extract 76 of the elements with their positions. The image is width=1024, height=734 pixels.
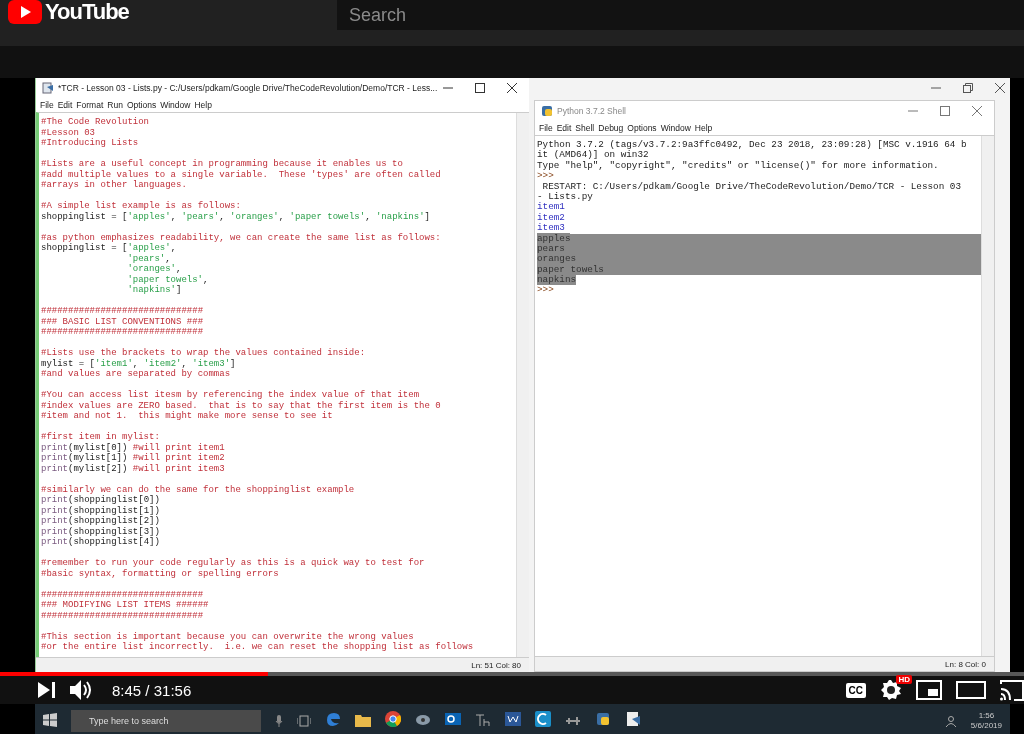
menu-item[interactable]: Format	[76, 100, 104, 110]
shell-line: Type "help", "copyright", "credits" or "license()" for more information.	[537, 159, 939, 171]
shell-line: - Lists.py	[537, 190, 593, 202]
shell-line: item2	[537, 211, 565, 223]
code-line: ##############################	[41, 306, 205, 317]
code-line: #first item in mylist:	[41, 432, 161, 443]
code-line: print(shoppinglist[0])	[41, 495, 161, 506]
menu-item[interactable]: File	[539, 123, 553, 133]
menu-item[interactable]: Help	[694, 123, 713, 133]
code-line: #item and not 1. this might make more sense to see it	[41, 411, 334, 422]
code-line: print(mylist[0]) #will print item1	[41, 442, 226, 453]
menu-item[interactable]: Run	[107, 100, 123, 110]
code-line: #similarly we can do the same for the shoppinglist example	[41, 484, 356, 495]
code-line: print(mylist[2]) #will print item3	[41, 463, 226, 474]
menu-item[interactable]: Options	[627, 123, 657, 133]
code-line: ### BASIC LIST CONVENTIONS ###	[41, 316, 205, 327]
menu-item[interactable]: Options	[126, 100, 157, 110]
code-line: #Introducing Lists	[41, 138, 140, 149]
code-line: #You can access list itesm by referencing the index value of that item	[41, 390, 421, 401]
window-title: Python 3.7.2 Shell	[557, 106, 626, 116]
menu-item[interactable]: File	[40, 100, 54, 110]
code-line: #remember to run your code regularly as this is a quick way to test for	[41, 558, 426, 569]
code-line: #A simple list example is as follows:	[41, 201, 242, 212]
youtube-logo-text: YouTube	[45, 0, 129, 24]
code-line: #and values are separated by commas	[41, 369, 232, 380]
captions-button[interactable]: CC	[845, 682, 866, 698]
shell-line: RESTART: C:/Users/pdkam/Google Drive/TheCodeRevolution/Demo/TCR - Lesson 03	[541, 180, 961, 192]
code-line: 'paper towels',	[126, 274, 209, 285]
code-line: #This section is important because you can overwrite the wrong values	[41, 631, 415, 642]
menu-item[interactable]: Edit	[57, 100, 73, 110]
shell-line: item1	[537, 201, 565, 213]
code-line: #index values are ZERO based. that is to say that the first item is the 0	[41, 400, 442, 411]
code-line: 'oranges',	[126, 264, 182, 275]
code-line: 'pears',	[126, 253, 171, 264]
playback-time: 8:45 / 31:56	[112, 681, 192, 699]
shell-line: >>>	[537, 284, 554, 296]
window-title: *TCR - Lesson 03 - Lists.py - C:/Users/pdkam/Google Drive/TheCodeRevolution/Demo/TCR - Less...	[58, 83, 438, 93]
code-line: shoppinglist = ['apples',	[41, 243, 178, 254]
code-line: shoppinglist = ['apples', 'pears', 'oranges', 'paper towels', 'napkins']	[41, 211, 431, 222]
code-line: #basic syntax, formatting or spelling errors	[41, 568, 280, 579]
code-line: mylist = ['item1', 'item2', 'item3']	[41, 358, 237, 369]
menu-item[interactable]: Window	[160, 100, 191, 110]
code-line: #or the entire list incorrectly. i.e. we can reset the shopping list as follows	[41, 642, 475, 653]
taskbar-search-field[interactable]: Type here to search	[71, 710, 261, 732]
menu-item[interactable]: Edit	[556, 123, 572, 133]
code-line: print(mylist[1]) #will print item2	[41, 453, 226, 464]
shell-line: >>>	[537, 170, 554, 182]
code-line: 'napkins']	[126, 285, 182, 296]
hd-badge: HD	[896, 675, 912, 684]
shell-line: it (AMD64)] on win32	[537, 149, 649, 161]
code-line: ### MODIFYING LIST ITEMS ######	[41, 600, 210, 611]
menu-item[interactable]: Debug	[598, 123, 624, 133]
code-line: print(shoppinglist[4])	[41, 537, 161, 548]
code-line: #The Code Revolution	[41, 117, 151, 128]
code-line: ##############################	[41, 327, 205, 338]
cursor-position: Ln: 51 Col: 80	[471, 660, 521, 670]
clock-date[interactable]: 5/6/2019	[970, 721, 1002, 731]
clock-time[interactable]: 1:56	[978, 711, 995, 721]
search-field[interactable]: Search	[337, 0, 1024, 30]
code-line: #as python emphasizes readability, we can create the same list as follows:	[41, 232, 442, 243]
shell-line: Python 3.7.2 (tags/v3.7.2:9a3ffc0492, Dec 23 2018, 23:09:28) [MSC v.1916 64 b	[537, 139, 967, 150]
shell-line: item3	[537, 222, 565, 234]
code-line: #Lesson 03	[41, 127, 96, 138]
code-line: #Lists use the brackets to wrap the values contained inside:	[41, 348, 367, 359]
code-line: ##############################	[41, 589, 205, 600]
code-line: print(shoppinglist[2])	[41, 516, 161, 527]
menu-item[interactable]: Help	[194, 100, 212, 110]
cursor-position: Ln: 8 Col: 0	[945, 659, 986, 669]
code-line: #Lists are a useful concept in programming because it enables us to	[41, 159, 404, 170]
code-line: print(shoppinglist[3])	[41, 526, 161, 537]
code-line: #add multiple values to a single variable. These 'types' are often called	[41, 169, 442, 180]
menu-item[interactable]: Window	[660, 123, 691, 133]
code-line: ##############################	[41, 610, 205, 621]
code-line: print(shoppinglist[1])	[41, 505, 161, 516]
menu-item[interactable]: Shell	[575, 123, 595, 133]
code-line: #arrays in other languages.	[41, 180, 188, 191]
